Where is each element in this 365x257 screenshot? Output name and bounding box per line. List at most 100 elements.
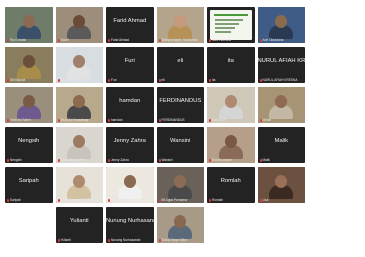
participant-name-label: Mira Harnanti	[209, 38, 253, 42]
mic-muted-icon	[57, 198, 60, 202]
participant-tile[interactable]: NURUL AFIAH KRE NURUL AFIAH KRESNA	[257, 47, 306, 83]
participant-display-name: hamdan	[119, 98, 141, 104]
participant-name-text: Nunung Nurhasanah	[111, 238, 141, 242]
mic-muted-icon	[108, 38, 110, 42]
participant-name-text: hamdan	[111, 118, 123, 122]
participant-tile[interactable]: Furi Furi	[106, 47, 154, 83]
participant-face	[174, 215, 187, 228]
participant-tile[interactable]: Bli Agus Purnama	[156, 167, 204, 203]
participant-display-name: Nengsih	[18, 138, 40, 144]
participant-name-label: Romlah	[209, 198, 253, 202]
participant-tile[interactable]: Wulp Ari Kesadiang	[55, 87, 103, 123]
participant-face	[123, 175, 136, 188]
participant-tile[interactable]: hamdan hamdan	[106, 87, 154, 123]
participant-tile[interactable]: Melati	[257, 87, 305, 123]
participant-name-label: Furi	[108, 78, 152, 82]
participant-tile[interactable]: Mulatiq Anjem	[207, 127, 255, 163]
participant-name-text: ita	[212, 78, 216, 82]
participant-name-text: Yahrotul Saleh	[10, 118, 31, 122]
participant-display-name: Romlah	[220, 178, 241, 184]
participant-tile[interactable]: eli eli	[156, 47, 204, 83]
participant-display-name: Jenny Zahra	[113, 138, 146, 144]
empty-slot	[308, 87, 356, 123]
participant-tile[interactable]: Wansini Wansini	[156, 127, 204, 163]
mic-muted-icon	[57, 118, 60, 122]
participant-face	[73, 95, 86, 108]
empty-slot	[5, 207, 53, 243]
participant-name-text: Furi	[111, 78, 117, 82]
empty-slot	[257, 207, 305, 243]
participant-tile[interactable]: Malik Malik	[257, 127, 305, 163]
mic-muted-icon	[158, 118, 161, 122]
participant-tile[interactable]: Siti Bapola	[5, 47, 53, 83]
participant-grid: Ryo Lestari Nazril Farid Ahmad Farid Ahmad W…	[5, 7, 362, 252]
mic-muted-icon	[209, 38, 211, 42]
mic-muted-icon	[209, 198, 211, 202]
participant-tile[interactable]: Farid Ahmad Farid Ahmad	[106, 7, 154, 43]
mic-muted-icon	[158, 238, 161, 242]
participant-tile[interactable]: Nazril	[55, 7, 103, 43]
mic-muted-icon	[57, 158, 60, 162]
participant-display-name: eli	[177, 58, 184, 64]
participant-name-label: Jenny Zahra	[108, 158, 152, 162]
mic-muted-icon	[108, 238, 110, 242]
participant-face	[73, 15, 86, 28]
empty-slot	[308, 127, 356, 163]
participant-name-label: Gaba Anggraini_2020520000	[57, 198, 102, 202]
participant-tile[interactable]: Suhaji Wayu Mitra	[156, 207, 204, 243]
participant-tile[interactable]: Lisa	[257, 167, 305, 203]
participant-name-label: Saripah	[7, 198, 51, 202]
participant-tile[interactable]: Yahrotul Saleh	[5, 87, 53, 123]
slide-header-bar	[214, 14, 248, 16]
participant-tile[interactable]: Jenny Zahra Jenny Zahra	[106, 127, 154, 163]
participant-tile[interactable]: Nunung Nurhasanah Nunung Nurhasanah	[106, 207, 154, 243]
participant-tile[interactable]: Romlah Romlah	[207, 167, 255, 203]
participant-name-label: Nunung Nurhasanah	[108, 238, 152, 242]
participant-name-label: Mulatiq Anjem	[209, 158, 253, 162]
participant-name-text: Dwiji Nofi	[212, 118, 226, 122]
participant-name-text: Yulianti	[60, 238, 71, 242]
participant-name-label: Yahrotul Saleh	[7, 118, 51, 122]
participant-name-text: Ayu Anggita	[111, 198, 128, 202]
mic-muted-icon	[158, 38, 161, 42]
empty-slot	[308, 167, 356, 203]
participant-name-text: Syafrudin Lopet	[60, 158, 83, 162]
participant-name-text: Nazril	[60, 38, 69, 42]
participant-name-text: Suhaji Wayu Mitra	[161, 238, 188, 242]
participant-tile[interactable]: Ryo Lestari	[5, 7, 53, 43]
participant-face	[275, 15, 288, 28]
mic-muted-icon	[108, 78, 110, 82]
participant-tile[interactable]: Syafrudin Lopet	[55, 127, 103, 163]
participant-face	[73, 175, 86, 188]
participant-name-label: Wulp Ari Kesadiang	[57, 118, 102, 122]
participant-tile[interactable]: Ayu Anggita	[106, 167, 154, 203]
mic-muted-icon	[7, 198, 9, 202]
participant-name-text: Melati	[262, 118, 272, 122]
participant-name-label: Dwiji Nofi	[209, 118, 253, 122]
participant-tile[interactable]: Widiawti Suhartas	[55, 47, 103, 83]
participant-name-label: Suhaji Wayu Mitra	[158, 238, 203, 242]
participant-tile[interactable]: Arie Oktaviana	[257, 7, 305, 43]
participant-tile[interactable]: Dwiji Nofi	[207, 87, 255, 123]
mic-muted-icon	[57, 78, 60, 82]
participant-name-label: Nengsih	[7, 158, 51, 162]
participant-face	[224, 95, 237, 108]
mic-muted-icon	[7, 78, 9, 82]
shared-slide-thumbnail	[210, 10, 252, 40]
participant-display-name: NURUL AFIAH KRE	[257, 58, 306, 64]
participant-tile[interactable]: Nengsih Nengsih	[5, 127, 53, 163]
participant-tile[interactable]: FERDINANDUS FERDINANDUS	[156, 87, 204, 123]
participant-name-text: Wulp Ari Kesadiang	[60, 118, 89, 122]
participant-tile[interactable]: Gaba Anggraini_2020520000	[55, 167, 103, 203]
participant-tile[interactable]: Yulianti Yulianti	[55, 207, 103, 243]
participant-name-text: Mulatiq Anjem	[212, 158, 233, 162]
participant-tile[interactable]: ita ita	[207, 47, 255, 83]
participant-tile[interactable]: Wahyuningsih, Sukmarita	[156, 7, 204, 43]
participant-tile[interactable]: Saripah Saripah	[5, 167, 53, 203]
participant-name-label: Widiawti Suhartas	[57, 78, 102, 82]
participant-tile[interactable]: Mira Harnanti	[207, 7, 255, 43]
participant-name-label: FERDINANDUS	[158, 118, 203, 122]
participant-name-label: Wansini	[158, 158, 203, 162]
participant-name-text: Gaba Anggraini_2020520000	[60, 198, 102, 202]
empty-slot	[207, 207, 255, 243]
